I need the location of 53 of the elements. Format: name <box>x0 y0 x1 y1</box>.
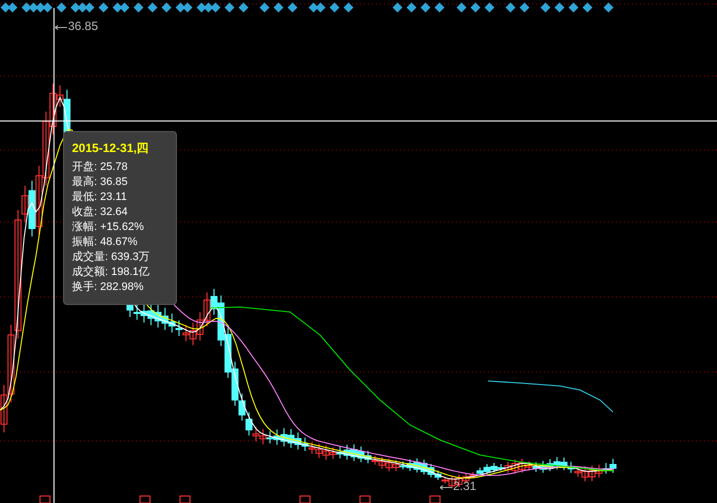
diamond-marker <box>520 2 530 12</box>
diamond-marker <box>582 2 592 12</box>
volume-bar <box>180 496 190 503</box>
diamond-marker <box>42 2 52 12</box>
tooltip-row-text: 振幅: 48.67% <box>72 235 138 250</box>
diamond-marker <box>148 2 158 12</box>
diamond-marker <box>344 2 354 12</box>
diamond-marker <box>120 2 130 12</box>
diamond-marker <box>288 2 298 12</box>
tooltip-date: 2015-12-31,四 <box>72 140 150 156</box>
arrow-icon <box>55 25 67 30</box>
diamond-marker <box>134 2 144 12</box>
diamond-marker <box>260 2 270 12</box>
arrow-icon <box>440 485 452 490</box>
diamond-marker <box>210 2 220 12</box>
diamond-marker <box>506 2 516 12</box>
diamond-marker <box>434 2 444 12</box>
diamond-marker <box>470 2 480 12</box>
volume-bar <box>300 496 310 503</box>
diamond-marker <box>420 2 430 12</box>
low-price-label: 2.31 <box>453 480 476 492</box>
diamond-marker <box>98 2 108 12</box>
volume-bar <box>40 496 50 503</box>
tooltip-row-text: 最高: 36.85 <box>72 175 129 190</box>
volume-bar <box>360 496 370 503</box>
diamond-marker <box>224 2 234 12</box>
diamond-marker <box>554 2 564 12</box>
diamond-marker <box>84 2 94 12</box>
tooltip-row-text: 成交额: 198.1亿 <box>72 265 151 280</box>
diamond-marker <box>316 2 326 12</box>
diamond-marker <box>8 2 18 12</box>
diamond-marker <box>274 2 284 12</box>
diamond-marker <box>406 2 416 12</box>
diamond-marker <box>182 2 192 12</box>
diamond-marker <box>456 2 466 12</box>
high-price-label: 36.85 <box>68 20 98 32</box>
diamond-marker <box>604 2 614 12</box>
tooltip-row-text: 换手: 282.98% <box>72 280 145 295</box>
diamond-marker <box>392 2 402 12</box>
tooltip-row-text: 收盘: 32.64 <box>72 205 129 220</box>
diamond-marker <box>56 2 66 12</box>
diamond-marker <box>568 2 578 12</box>
diamond-marker <box>162 2 172 12</box>
tooltip-row-text: 最低: 23.11 <box>72 190 128 205</box>
tooltip-row-text: 成交量: 639.3万 <box>72 250 151 265</box>
volume-bar <box>430 496 440 503</box>
tooltip-row-text: 涨幅: +15.62% <box>72 220 145 235</box>
tooltip-row-text: 开盘: 25.78 <box>72 160 129 175</box>
diamond-marker <box>484 2 494 12</box>
diamond-marker <box>330 2 340 12</box>
diamond-marker <box>540 2 550 12</box>
volume-bar <box>140 496 150 503</box>
diamond-marker <box>238 2 248 12</box>
